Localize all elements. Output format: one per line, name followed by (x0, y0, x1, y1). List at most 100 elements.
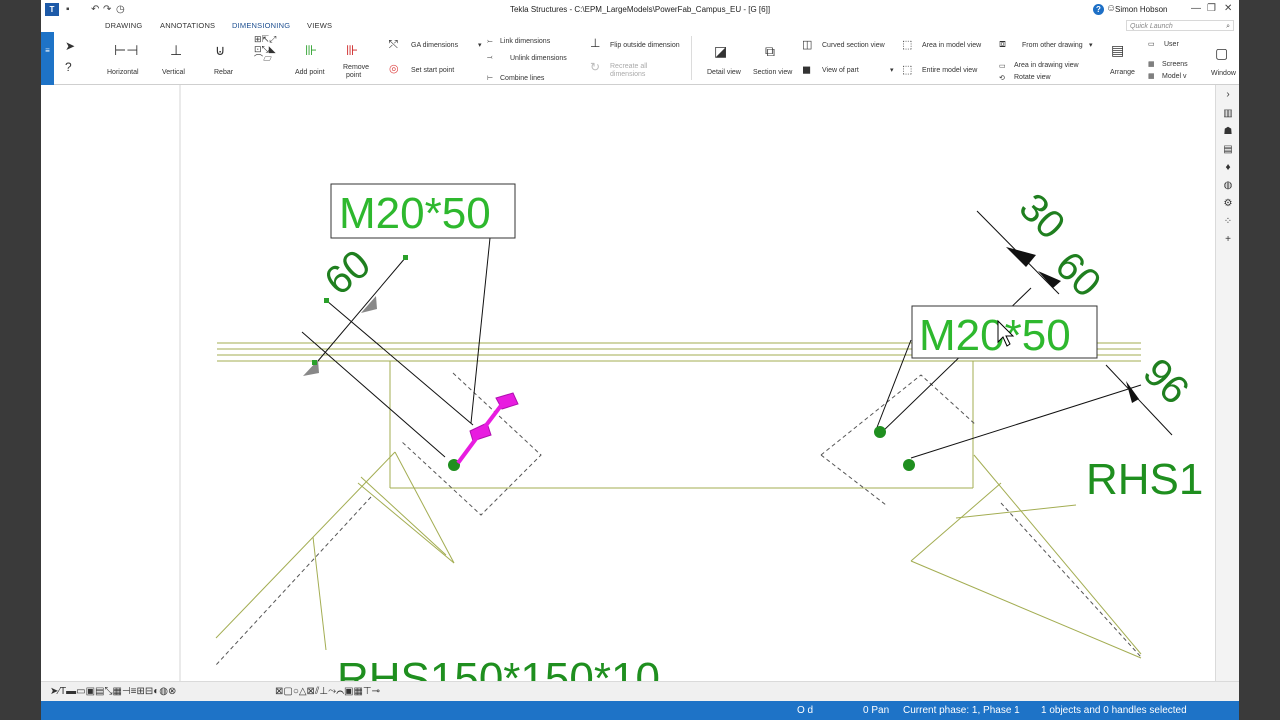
from-other-drawing-button[interactable]: From other drawing (1022, 42, 1083, 49)
add-icon[interactable]: + (1222, 234, 1234, 245)
drawing-svg[interactable]: M20*50 M20*50 60 30 60 96 RHS1 RHS150*15… (41, 85, 1215, 703)
area-in-drawing-icon: ▭ (999, 63, 1006, 70)
bolt-point-right-1[interactable] (874, 426, 886, 438)
detail-view-icon: ◪ (714, 43, 728, 59)
model-view-icon: ▦ (1148, 73, 1155, 80)
ga-dimensions-dropdown-icon[interactable]: ▾ (478, 41, 482, 49)
recreate-icon: ↻ (590, 60, 601, 74)
hidden-lines (215, 372, 1142, 666)
add-point-icon: ⊪ (305, 42, 318, 58)
beam-lines (215, 342, 1142, 659)
dim-arrow-right-1 (1006, 247, 1036, 267)
select-tools-icons[interactable]: ➤⁄T▬▭▣▤⤡▦⊣≡⊞⊟◐◍⊗ (50, 686, 176, 697)
ga-dimensions-icon: ⤲ (389, 39, 398, 51)
dimension-text-30[interactable]: 30 (1011, 185, 1074, 248)
dimension-types-icons[interactable]: ⊞⇱⤢ ⊡⤡◣ ⌒▱ (254, 34, 276, 64)
dim-handle[interactable] (403, 255, 408, 260)
ribbon: ➤ ? ⊢⊣ Horizontal ⊥ Vertical ⊍ Rebar ⊞⇱⤢… (54, 32, 1239, 85)
set-start-point-button[interactable]: Set start point (411, 67, 454, 74)
dimension-text-60-right[interactable]: 60 (1047, 243, 1110, 306)
recreate-button-line2: dimensions (610, 71, 646, 78)
tekla-window: T ▪ ↶ ↷ ◷ Tekla Structures - C:\EPM_Larg… (41, 0, 1239, 720)
restore-icon[interactable]: ❐ (1207, 3, 1216, 14)
user-button[interactable]: User (1164, 41, 1179, 48)
entire-model-icon: ⬚ (902, 64, 913, 76)
flip-outside-button[interactable]: Flip outside dimension (610, 42, 680, 49)
dim-handle[interactable] (324, 298, 329, 303)
extensions-icon[interactable]: ⁘ (1222, 216, 1234, 227)
selected-mark-handle[interactable] (456, 392, 519, 465)
section-view-button[interactable]: Section view (753, 69, 792, 76)
dim-arrow-left-top (361, 296, 377, 313)
vertical-button[interactable]: Vertical (162, 69, 185, 76)
side-menu-toggle[interactable]: ≡ (41, 32, 54, 86)
horizontal-button[interactable]: Horizontal (107, 69, 139, 76)
bolt-label-left[interactable]: M20*50 (339, 189, 491, 238)
dimension-text-60-left[interactable]: 60 (317, 242, 379, 304)
dim-handle[interactable] (312, 360, 317, 365)
set-start-point-icon: ◎ (389, 63, 399, 75)
minimize-icon[interactable]: — (1191, 3, 1201, 14)
user-view-icon: ▭ (1148, 41, 1155, 48)
dim-arrow-right-3 (1126, 381, 1139, 403)
quick-launch-placeholder: Quick Launch (1130, 23, 1173, 30)
ga-dimensions-button[interactable]: GA dimensions (411, 42, 458, 49)
rotate-view-icon: ⟲ (999, 75, 1005, 82)
combine-lines-icon: ⊢ (487, 75, 494, 82)
view-of-part-dropdown-icon[interactable]: ▾ (890, 66, 894, 74)
quick-launch-input[interactable]: Quick Launch ⌕ (1126, 20, 1234, 31)
web-icon[interactable]: ◍ (1222, 180, 1234, 191)
window-icon: ▢ (1215, 45, 1229, 61)
status-selection: 1 objects and 0 handles selected (1041, 705, 1187, 716)
search-icon[interactable]: ⌕ (1226, 21, 1230, 32)
dimension-text-96[interactable]: 96 (1135, 350, 1198, 413)
side-pane: › ▥ ☗ ▤ ♦ ◍ ⚙ ⁘ + (1215, 85, 1239, 681)
settings-icon[interactable]: ⚙ (1222, 198, 1234, 209)
horizontal-dim-icon: ⊢⊣ (114, 42, 139, 58)
detail-view-button[interactable]: Detail view (707, 69, 741, 76)
help-icon[interactable]: ? (1093, 4, 1104, 15)
model-view-button[interactable]: Model v (1162, 73, 1187, 80)
unlink-icon: ⤙ (487, 54, 493, 61)
select-arrow-icon[interactable]: ➤ (65, 39, 75, 53)
arrange-icon: ▤ (1111, 42, 1125, 58)
profile-label-bottom[interactable]: RHS150*150*10 (337, 654, 660, 703)
arrange-button[interactable]: Arrange (1110, 69, 1135, 76)
window-button[interactable]: Window (1211, 70, 1236, 77)
hamburger-icon[interactable]: ≡ (41, 46, 54, 55)
curved-section-icon: ◫ (802, 39, 813, 51)
profile-label-right[interactable]: RHS1 (1086, 455, 1203, 504)
learning-icon[interactable]: ☗ (1222, 126, 1234, 137)
notifications-icon[interactable]: ♦ (1222, 162, 1234, 173)
status-phase[interactable]: Current phase: 1, Phase 1 (903, 705, 1020, 716)
combine-lines-button[interactable]: Combine lines (500, 75, 544, 82)
snap-help-icon[interactable]: ? (65, 60, 72, 74)
from-other-drawing-dropdown-icon[interactable]: ▾ (1089, 41, 1093, 49)
section-view-icon: ⧉ (765, 43, 775, 59)
area-in-model-view-button[interactable]: Area in model view (922, 42, 981, 49)
bolt-label-right[interactable]: M20*50 (919, 311, 1071, 360)
unlink-dimensions-button[interactable]: Unlink dimensions (510, 55, 567, 62)
link-dimensions-button[interactable]: Link dimensions (500, 38, 550, 45)
properties-icon[interactable]: ▤ (1222, 144, 1234, 155)
recreate-button[interactable]: Recreate all (610, 63, 647, 70)
add-point-button[interactable]: Add point (295, 69, 325, 76)
snap-tools-icons[interactable]: ⊠▢○△⊠⫽⊥⤳⌒▣▦⊤⊸ (275, 686, 380, 697)
remove-point-button[interactable]: Remove (343, 64, 369, 71)
entire-model-view-button[interactable]: Entire model view (922, 67, 977, 74)
view-of-part-button[interactable]: View of part (822, 67, 859, 74)
expand-panel-icon[interactable]: › (1222, 89, 1234, 100)
bolt-point-right-2[interactable] (903, 459, 915, 471)
area-in-model-icon: ⬚ (902, 39, 913, 51)
title-bar: T ▪ ↶ ↷ ◷ Tekla Structures - C:\EPM_Larg… (41, 0, 1239, 20)
screens-button[interactable]: Screens (1162, 61, 1188, 68)
rotate-view-button[interactable]: Rotate view (1014, 74, 1051, 81)
rebar-button[interactable]: Rebar (214, 69, 233, 76)
catalog-icon[interactable]: ▥ (1222, 108, 1234, 119)
close-icon[interactable]: ✕ (1224, 3, 1232, 14)
drawing-canvas[interactable]: M20*50 M20*50 60 30 60 96 RHS1 RHS150*15… (41, 85, 1215, 703)
area-in-drawing-view-button[interactable]: Area in drawing view (1014, 62, 1079, 69)
user-name[interactable]: Simon Hobson (1115, 5, 1167, 14)
curved-section-view-button[interactable]: Curved section view (822, 42, 885, 49)
status-pan: 0 Pan (863, 705, 890, 716)
